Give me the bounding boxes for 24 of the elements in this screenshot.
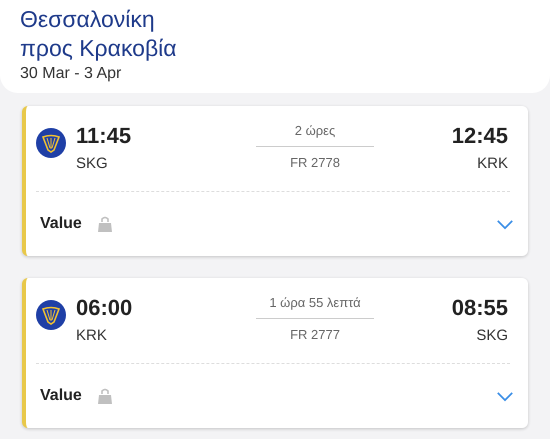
flight-card[interactable]: 11:45 SKG 2 ώρες FR 2778 12:45 KRK Value bbox=[22, 106, 528, 256]
flight-card[interactable]: 06:00 KRK 1 ώρα 55 λεπτά FR 2777 08:55 SKG Value bbox=[22, 278, 528, 428]
chevron-icon[interactable] bbox=[496, 390, 514, 402]
arrival-time: 08:55 bbox=[450, 295, 508, 321]
departure-airport: SKG bbox=[76, 155, 109, 172]
bag-icon bbox=[96, 387, 114, 405]
departure-time: 06:00 bbox=[76, 295, 134, 321]
fare-type: Value bbox=[40, 387, 82, 405]
departure-time: 11:45 bbox=[76, 123, 132, 149]
flight-number: FR 2778 bbox=[289, 155, 341, 170]
fare-type: Value bbox=[40, 215, 82, 233]
arrival-airport: KRK bbox=[476, 155, 508, 172]
chevron-icon[interactable] bbox=[496, 218, 514, 230]
travel-dates: 30 Mar - 3 Apr bbox=[20, 65, 122, 83]
airline-logo-icon bbox=[36, 300, 66, 330]
arrival-time: 12:45 bbox=[450, 123, 508, 149]
flight-duration: 1 ώρα 55 λεπτά bbox=[256, 295, 374, 319]
arrival-airport: SKG bbox=[475, 327, 508, 344]
flight-number: FR 2777 bbox=[289, 327, 341, 342]
airline-logo-icon bbox=[36, 128, 66, 158]
route-title: Θεσσαλονίκη προς Κρακοβία bbox=[20, 5, 178, 63]
bag-icon bbox=[96, 215, 114, 233]
departure-airport: KRK bbox=[76, 327, 108, 344]
flight-duration: 2 ώρες bbox=[256, 123, 374, 147]
